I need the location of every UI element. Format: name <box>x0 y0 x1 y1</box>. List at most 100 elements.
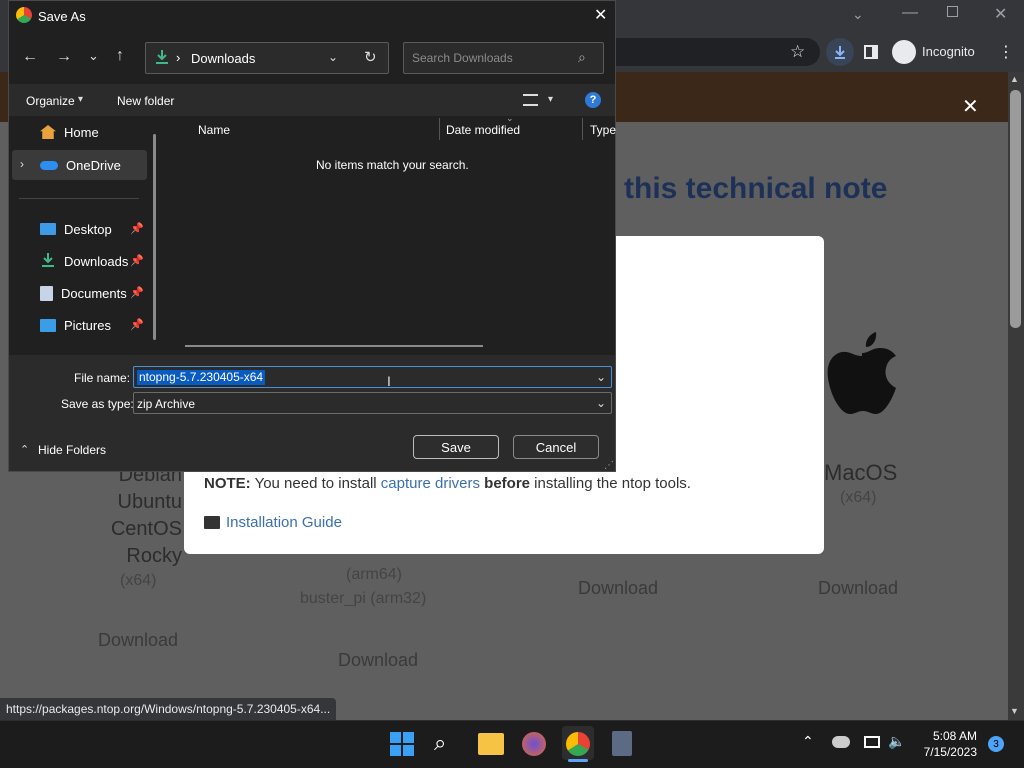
refresh-icon[interactable]: ↻ <box>364 48 377 66</box>
help-icon[interactable]: ? <box>585 92 601 108</box>
dialog-close-icon[interactable]: ✕ <box>594 5 607 25</box>
calculator-icon[interactable] <box>612 731 632 756</box>
dialog-title: Save As <box>38 9 86 24</box>
page-heading: this technical note <box>624 172 888 205</box>
chrome-taskbar-icon[interactable] <box>566 732 590 756</box>
incognito-icon <box>892 40 916 64</box>
capture-drivers-link[interactable]: capture drivers <box>381 475 480 492</box>
pin-icon: 📌 <box>130 223 144 235</box>
linux-arch: (x64) <box>120 572 157 589</box>
view-dropdown-icon[interactable]: ▾ <box>548 94 553 105</box>
search-taskbar-icon[interactable]: ⌕ <box>434 730 446 756</box>
file-name-value[interactable]: ntopng-5.7.230405-x64 <box>137 370 266 385</box>
pictures-icon <box>40 318 56 332</box>
save-type-dropdown-icon[interactable]: ⌄ <box>596 396 606 410</box>
downloads-folder-icon <box>154 49 170 65</box>
download-link-arm[interactable]: Download <box>338 650 418 671</box>
address-breadcrumb[interactable] <box>145 42 389 74</box>
expand-chevron-icon[interactable]: › <box>20 157 24 171</box>
sidebar-item-documents[interactable]: Documents <box>40 279 127 307</box>
active-indicator <box>568 759 588 762</box>
scroll-up-icon[interactable]: ▲ <box>1010 74 1019 84</box>
scroll-down-icon[interactable]: ▼ <box>1010 706 1019 716</box>
cancel-button[interactable]: Cancel <box>513 435 599 459</box>
search-icon[interactable]: ⌕ <box>578 49 586 66</box>
file-name-dropdown-icon[interactable]: ⌄ <box>596 370 606 384</box>
firefox-icon[interactable] <box>522 732 546 756</box>
clock-date: 7/15/2023 <box>923 745 977 759</box>
arm32-arch: buster_pi (arm32) <box>300 590 427 607</box>
pin-icon: 📌 <box>130 319 144 331</box>
column-date-modified[interactable]: Date modified <box>446 123 520 137</box>
status-url: https://packages.ntop.org/Windows/ntopng… <box>0 698 337 720</box>
chrome-icon <box>16 7 32 23</box>
notification-badge[interactable]: 3 <box>988 736 1004 752</box>
column-type[interactable]: Type <box>590 123 616 137</box>
scrollbar-thumb[interactable] <box>1010 90 1021 328</box>
start-icon[interactable] <box>390 732 414 756</box>
desktop-icon <box>40 223 56 235</box>
minimize-icon[interactable]: — <box>902 4 918 22</box>
sidebar-item-home[interactable]: Home <box>40 118 99 146</box>
os-rocky: Rocky <box>126 545 182 567</box>
close-window-icon[interactable]: ✕ <box>994 4 1007 24</box>
breadcrumb-chevron-icon: › <box>176 50 181 65</box>
view-options-icon[interactable] <box>523 94 538 106</box>
save-button[interactable]: Save <box>413 435 499 459</box>
restore-icon[interactable] <box>947 6 958 17</box>
note-prefix: NOTE: <box>204 475 251 492</box>
sidebar-item-desktop[interactable]: Desktop <box>40 215 112 243</box>
tray-overflow-icon[interactable]: ⌃ <box>802 733 814 750</box>
download-link-macos[interactable]: Download <box>818 578 898 599</box>
onedrive-tray-icon[interactable] <box>832 736 850 748</box>
tab-search-icon[interactable]: ⌄ <box>852 6 864 23</box>
column-name[interactable]: Name <box>198 123 230 137</box>
profile-label[interactable]: Incognito <box>922 44 975 59</box>
up-arrow-icon[interactable]: ↑ <box>116 47 124 65</box>
horizontal-scrollbar[interactable] <box>185 345 483 347</box>
organize-button[interactable]: Organize <box>26 94 75 108</box>
download-link-windows[interactable]: Download <box>578 578 658 599</box>
download-icon[interactable] <box>826 38 854 66</box>
column-divider <box>439 118 440 140</box>
back-arrow-icon[interactable]: ← <box>22 48 38 66</box>
banner-close-icon[interactable]: ✕ <box>962 94 979 119</box>
hide-folders-button[interactable]: Hide Folders <box>38 443 106 457</box>
sidebar-item-pictures[interactable]: Pictures <box>40 311 111 339</box>
recent-locations-icon[interactable]: ⌄ <box>88 48 99 64</box>
forward-arrow-icon[interactable]: → <box>56 48 72 66</box>
linux-os-list: Debian Ubuntu CentOS Rocky <box>92 462 182 570</box>
book-icon <box>204 516 220 529</box>
side-panel-icon[interactable] <box>864 45 878 59</box>
menu-icon[interactable]: ⋮ <box>998 42 1014 62</box>
documents-icon <box>40 285 53 301</box>
resize-grip-icon[interactable]: ⋰ <box>604 460 614 471</box>
download-link-linux[interactable]: Download <box>98 630 178 651</box>
volume-icon[interactable]: 🔈 <box>888 733 905 750</box>
network-icon[interactable] <box>864 736 880 748</box>
sidebar-item-onedrive[interactable]: OneDrive <box>40 151 121 179</box>
pin-icon: 📌 <box>130 255 144 267</box>
hide-folders-chevron-icon[interactable]: ⌃ <box>20 443 29 456</box>
bookmark-star-icon[interactable]: ☆ <box>790 42 805 62</box>
macos-label: MacOS <box>824 460 898 485</box>
file-explorer-icon[interactable] <box>478 733 504 755</box>
clock[interactable]: 5:08 AM 7/15/2023 <box>920 729 977 759</box>
os-ubuntu: Ubuntu <box>117 491 183 513</box>
installation-guide-link[interactable]: Installation Guide <box>204 514 342 531</box>
save-type-select[interactable] <box>133 392 612 414</box>
breadcrumb-downloads[interactable]: Downloads <box>191 51 255 66</box>
os-centos: CentOS <box>110 518 182 540</box>
note-suffix: installing the ntop tools. <box>530 475 691 492</box>
sidebar-scrollbar[interactable] <box>153 134 156 340</box>
sidebar-item-downloads[interactable]: Downloads <box>40 247 128 275</box>
clock-time: 5:08 AM <box>932 729 977 743</box>
file-name-label: File name: <box>74 371 131 385</box>
address-bar[interactable] <box>610 38 820 66</box>
breadcrumb-dropdown-icon[interactable]: ⌄ <box>328 50 338 64</box>
new-folder-button[interactable]: New folder <box>117 94 174 108</box>
arm64-arch: (arm64) <box>346 566 403 583</box>
sidebar-label-pictures: Pictures <box>64 317 111 333</box>
organize-dropdown-icon[interactable]: ▾ <box>78 94 83 105</box>
macos-arch: (x64) <box>840 489 877 506</box>
